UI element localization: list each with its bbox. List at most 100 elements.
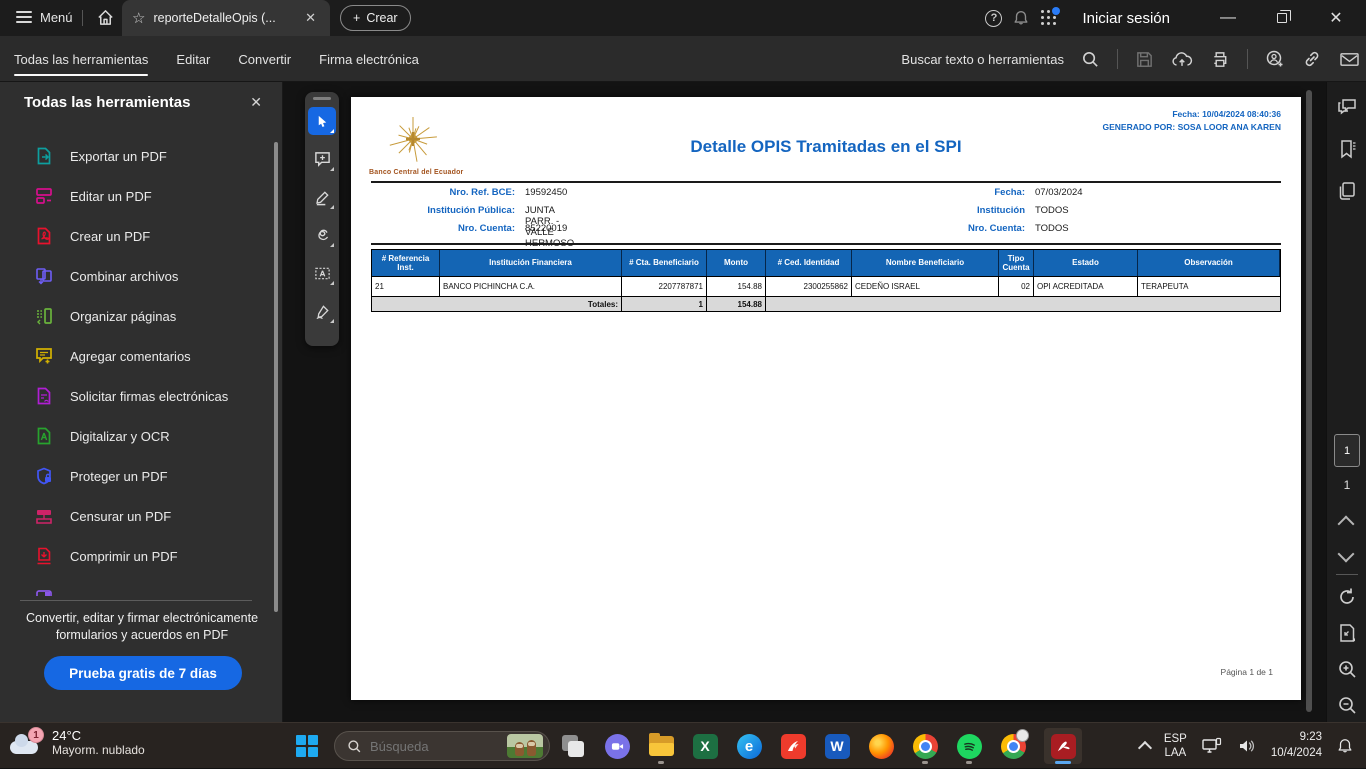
document-tab[interactable]: ☆ reporteDetalleOpis (... ✕ [122,0,330,36]
rotate-page-icon[interactable] [1336,586,1358,608]
tool-scan-ocr[interactable]: Digitalizar y OCR [0,418,272,454]
search-highlight-image[interactable] [507,734,543,758]
tool-combine-files[interactable]: Combinar archivos [0,258,272,294]
comment-tool-button[interactable] [308,145,336,173]
start-button[interactable] [296,735,318,757]
cell: 2207787871 [622,276,707,296]
home-icon[interactable] [96,8,115,27]
window-restore-button[interactable] [1260,0,1304,36]
document-scrollbar[interactable] [1306,90,1312,712]
comments-panel-icon[interactable] [1336,96,1358,118]
cell: 02 [999,276,1034,296]
select-tool-button[interactable] [308,107,336,135]
tool-add-comments[interactable]: Agregar comentarios [0,338,272,374]
tool-protect-pdf[interactable]: Proteger un PDF [0,458,272,494]
tool-request-esign[interactable]: Solicitar firmas electrónicas [0,378,272,414]
file-explorer-icon[interactable] [648,728,674,764]
language-indicator[interactable]: ESP LAA [1164,732,1187,761]
tab-convert[interactable]: Convertir [224,36,305,82]
cell: BANCO PICHINCHA C.A. [440,276,622,296]
zoom-in-icon[interactable] [1336,658,1358,680]
tool-organize-pages[interactable]: Organizar páginas [0,298,272,334]
chrome-profile-icon[interactable] [1000,728,1026,764]
col-header: Monto [707,250,766,276]
search-icon[interactable] [1081,50,1100,69]
panel-close-icon[interactable]: ✕ [250,94,262,111]
field-value: 07/03/2024 [1035,187,1083,198]
previous-page-chevron-icon[interactable] [1338,516,1355,533]
tool-create-pdf[interactable]: Crear un PDF [0,218,272,254]
tool-label: Agregar comentarios [70,349,191,364]
tool-compress-pdf[interactable]: Comprimir un PDF [0,538,272,574]
sign-tool-button[interactable] [308,297,336,325]
draw-tool-button[interactable] [308,221,336,249]
page-1-thumbnail[interactable]: 1 [1334,434,1360,467]
quickbar-drag-handle[interactable] [313,97,331,100]
tool-redact-pdf[interactable]: Censurar un PDF [0,498,272,534]
chrome-icon[interactable] [912,728,938,764]
page-indicator: Página 1 de 1 [1221,667,1273,677]
request-esign-icon [34,386,54,406]
tab-esign[interactable]: Firma electrónica [305,36,433,82]
edge-icon[interactable]: e [736,728,762,764]
firefox-icon[interactable] [868,728,894,764]
field-value: 85220019 [525,223,567,234]
email-icon[interactable] [1339,51,1360,68]
page-thumbnails-icon[interactable] [1336,180,1358,202]
trial-promo-text: Convertir, editar y firmar electrónicame… [16,610,268,644]
cloud-upload-icon[interactable] [1171,50,1193,69]
tab-edit[interactable]: Editar [162,36,224,82]
notification-bell-icon[interactable] [1336,737,1354,755]
protect-pdf-icon [34,466,54,486]
free-trial-button[interactable]: Prueba gratis de 7 días [44,656,242,690]
clock[interactable]: 9:23 10/4/2024 [1271,730,1322,761]
create-button[interactable]: + Crear [340,5,411,31]
fit-page-icon[interactable] [1336,622,1358,644]
task-view-button[interactable] [560,728,586,764]
spotify-icon[interactable] [956,728,982,764]
search-tools-button[interactable]: Buscar texto o herramientas [901,52,1064,67]
search-input[interactable] [370,739,499,754]
next-page-chevron-icon[interactable] [1338,546,1355,563]
excel-icon[interactable]: X [692,728,718,764]
weather-widget[interactable]: 1 24°C Mayorm. nublado [10,727,145,757]
zoom-out-icon[interactable] [1336,694,1358,716]
select-text-tool-button[interactable] [308,259,336,287]
print-icon[interactable] [1210,50,1230,69]
volume-icon[interactable] [1237,737,1257,755]
bookmarks-panel-icon[interactable] [1336,138,1358,160]
share-link-icon[interactable] [1302,49,1322,69]
tab-all-tools[interactable]: Todas las herramientas [0,36,162,82]
tab-close-icon[interactable]: ✕ [301,8,320,28]
rail-divider [1336,574,1358,575]
help-icon[interactable]: ? [985,10,1002,27]
highlight-tool-button[interactable] [308,183,336,211]
sign-in-button[interactable]: Iniciar sesión [1082,10,1170,27]
field-value: 19592450 [525,187,567,198]
tool-export-pdf[interactable]: Exportar un PDF [0,138,272,174]
zoom-app-icon[interactable] [604,728,630,764]
acrobat-icon[interactable] [1044,728,1082,764]
col-header: Estado [1034,250,1138,276]
apps-grid-icon[interactable] [1040,9,1058,27]
tool-clipped-item[interactable] [0,578,272,596]
add-people-icon[interactable] [1265,49,1285,69]
redact-pdf-icon [34,506,54,526]
table-totals-row: Totales: 1 154.88 [372,296,1280,311]
panel-scrollbar[interactable] [274,142,278,612]
favorite-star-icon[interactable]: ☆ [132,11,145,26]
tool-edit-pdf[interactable]: Editar un PDF [0,178,272,214]
menu-button[interactable]: Menú [40,10,73,25]
word-icon[interactable]: W [824,728,850,764]
taskbar-search[interactable] [334,731,550,761]
window-minimize-button[interactable]: — [1206,0,1250,36]
weather-desc: Mayorm. nublado [52,743,145,757]
notifications-bell-icon[interactable] [1012,9,1030,27]
hamburger-menu-icon[interactable] [16,11,32,24]
window-close-button[interactable]: ✕ [1314,0,1358,36]
totals-label: Totales: [372,296,622,311]
hidden-icons-chevron[interactable] [1138,741,1152,755]
totals-empty [766,296,1280,311]
xodo-pdf-icon[interactable] [780,728,806,764]
network-icon[interactable] [1201,736,1223,756]
